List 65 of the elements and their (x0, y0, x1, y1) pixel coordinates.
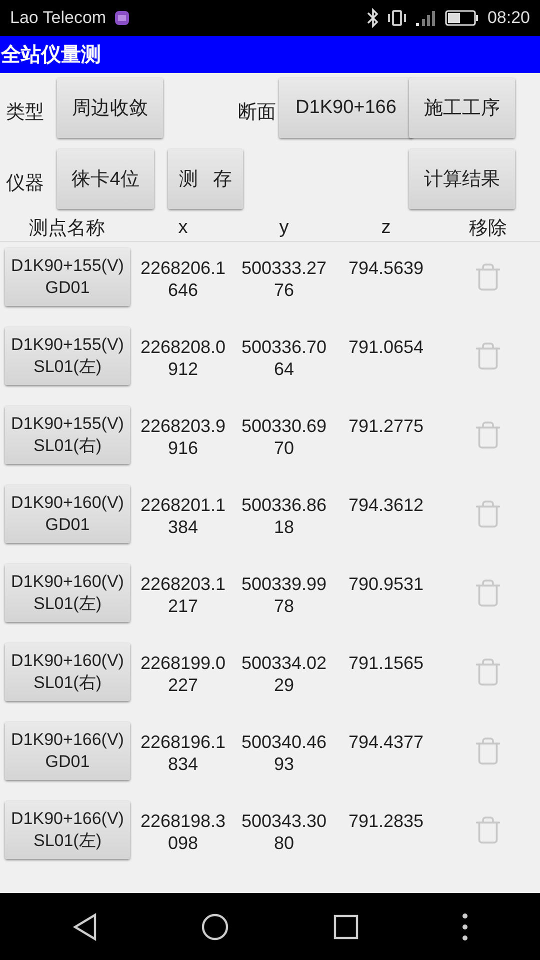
z-value: 794.4377 (347, 731, 425, 753)
calculate-results-button[interactable]: 计算结果 (409, 149, 515, 209)
column-header: 测点名称 (29, 216, 105, 240)
instrument-button[interactable]: 徕卡4位 (57, 149, 154, 209)
point-name-button[interactable]: D1K90+160(V) GD01 (5, 485, 130, 543)
app-title: 全站仪量测 (0, 36, 540, 73)
bluetooth-icon (367, 8, 380, 28)
app-notification-icon (114, 10, 130, 26)
y-value: 500339.9978 (240, 573, 328, 617)
point-name-button[interactable]: D1K90+166(V) GD01 (5, 722, 130, 780)
back-icon[interactable] (72, 912, 98, 940)
instrument-label: 仪器 (6, 172, 44, 196)
carrier-name: Lao Telecom (10, 8, 106, 28)
x-value: 2268198.3098 (139, 810, 227, 854)
x-value: 2268201.1384 (139, 494, 227, 538)
column-header: 移除 (469, 216, 507, 240)
x-value: 2268203.9916 (139, 415, 227, 459)
z-value: 794.3612 (347, 494, 425, 516)
vibrate-icon (387, 9, 408, 27)
z-value: 794.5639 (347, 257, 425, 279)
measure-save-button[interactable]: 测 存 (168, 149, 243, 209)
point-name-button[interactable]: D1K90+160(V) SL01(右) (5, 643, 130, 701)
delete-icon[interactable] (473, 657, 503, 687)
type-button[interactable]: 周边收敛 (57, 78, 163, 138)
column-header: y (279, 216, 289, 238)
recents-icon[interactable] (332, 914, 359, 940)
signal-icon (415, 9, 438, 27)
clock-time: 08:20 (487, 8, 530, 28)
more-icon[interactable] (462, 912, 468, 940)
point-name-button[interactable]: D1K90+155(V) SL01(左) (5, 327, 130, 385)
z-value: 791.1565 (347, 652, 425, 674)
x-value: 2268208.0912 (139, 336, 227, 380)
z-value: 791.2835 (347, 810, 425, 832)
z-value: 791.2775 (347, 415, 425, 437)
y-value: 500333.2776 (240, 257, 328, 301)
delete-icon[interactable] (473, 420, 503, 450)
type-label: 类型 (6, 101, 44, 125)
column-header: z (381, 216, 391, 238)
y-value: 500330.6970 (240, 415, 328, 459)
y-value: 500336.7064 (240, 336, 328, 380)
column-header: x (178, 216, 188, 238)
y-value: 500334.0229 (240, 652, 328, 696)
section-label: 断面 (238, 101, 276, 125)
point-name-button[interactable]: D1K90+160(V) SL01(左) (5, 564, 130, 622)
delete-icon[interactable] (473, 815, 503, 845)
y-value: 500343.3080 (240, 810, 328, 854)
x-value: 2268199.0227 (139, 652, 227, 696)
z-value: 790.9531 (347, 573, 425, 595)
delete-icon[interactable] (473, 262, 503, 292)
delete-icon[interactable] (473, 736, 503, 766)
battery-icon (445, 9, 480, 27)
x-value: 2268206.1646 (139, 257, 227, 301)
delete-icon[interactable] (473, 578, 503, 608)
y-value: 500340.4693 (240, 731, 328, 775)
point-name-button[interactable]: D1K90+166(V) SL01(左) (5, 801, 130, 859)
y-value: 500336.8618 (240, 494, 328, 538)
home-icon[interactable] (201, 912, 230, 940)
x-value: 2268203.1217 (139, 573, 227, 617)
process-button[interactable]: 施工工序 (409, 78, 515, 138)
point-name-button[interactable]: D1K90+155(V) SL01(右) (5, 406, 130, 464)
delete-icon[interactable] (473, 499, 503, 529)
z-value: 791.0654 (347, 336, 425, 358)
point-name-button[interactable]: D1K90+155(V) GD01 (5, 248, 130, 306)
x-value: 2268196.1834 (139, 731, 227, 775)
delete-icon[interactable] (473, 341, 503, 371)
